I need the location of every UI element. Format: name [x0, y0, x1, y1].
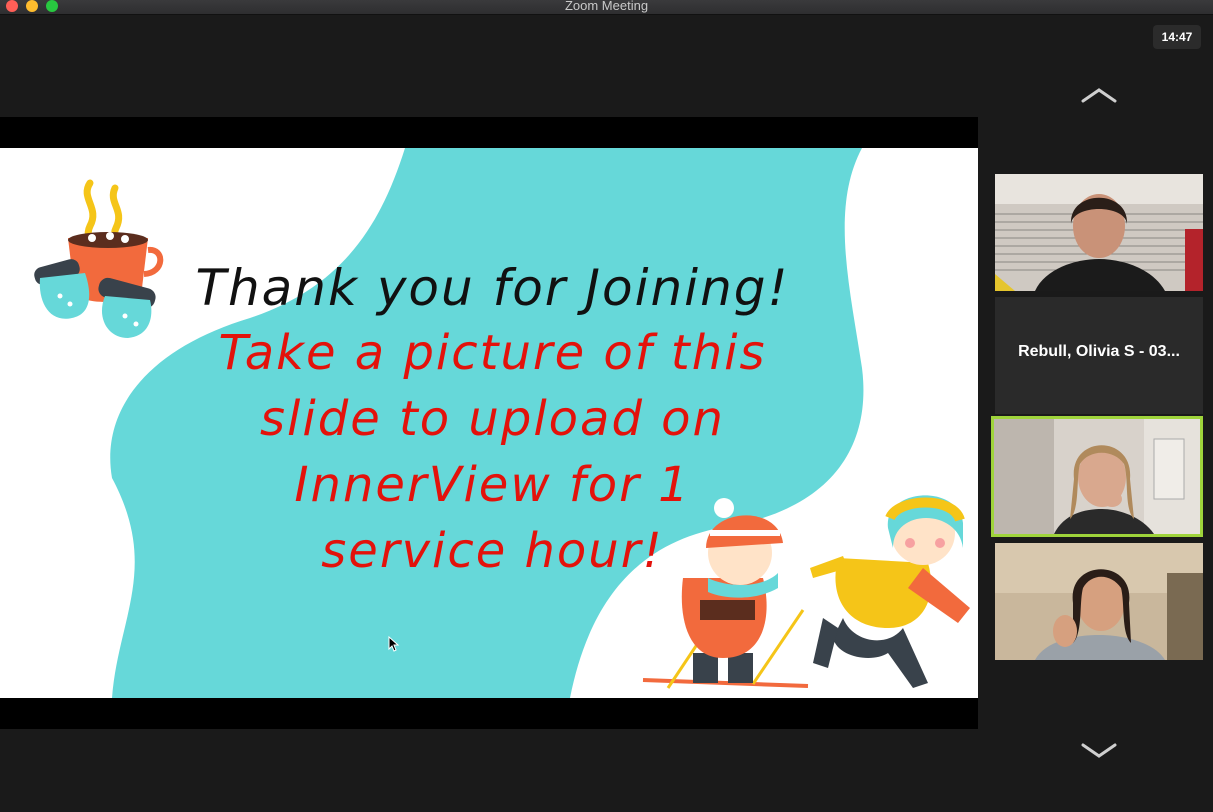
participant-name: Rebull, Olivia S - 03...: [1018, 343, 1180, 360]
chevron-down-icon[interactable]: [1080, 740, 1118, 760]
participant-video-tile-active[interactable]: [991, 416, 1203, 537]
slide-body-line-4: service hour!: [321, 523, 664, 579]
slide-body-line-3: InnerView for 1: [294, 457, 691, 513]
participant-name-tile[interactable]: Rebull, Olivia S - 03...: [995, 297, 1203, 414]
slide-heading: Thank you for Joining!: [195, 259, 790, 317]
participant-video-2: [994, 419, 1200, 534]
mouse-cursor-icon: [388, 636, 400, 652]
participant-video-tile-1[interactable]: [995, 174, 1203, 291]
participant-video-3: [995, 543, 1203, 660]
meeting-clock: 14:47: [1153, 25, 1201, 49]
participant-video-1: [995, 174, 1203, 291]
chevron-up-icon[interactable]: [1080, 86, 1118, 106]
slide-body-line-2: slide to upload on: [260, 391, 725, 447]
slide-body-line-1: Take a picture of this: [218, 325, 767, 381]
participant-video-tile-3[interactable]: [995, 543, 1203, 660]
window-title: Zoom Meeting: [564, 0, 649, 13]
shared-slide: Thank you for Joining! Take a picture of…: [0, 148, 978, 698]
zoom-window: Zoom Meeting 14:47 Thank you for Joining…: [0, 0, 1213, 812]
title-bar: Zoom Meeting: [0, 0, 1213, 15]
hot-cocoa-mittens-illustration: [34, 179, 164, 338]
slide-text-block: Thank you for Joining! Take a picture of…: [160, 256, 825, 584]
screen-share-area: Thank you for Joining! Take a picture of…: [0, 117, 978, 729]
